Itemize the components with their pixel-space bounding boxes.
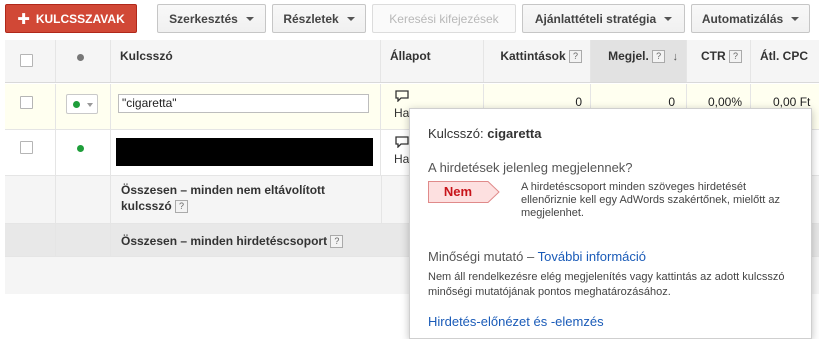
popup-keyword-label: Kulcsszó: (428, 126, 484, 141)
answer-note: A hirdetéscsoport minden szöveges hirdet… (521, 181, 781, 219)
clicks-header-label: Kattintások (500, 49, 566, 63)
popup-question: A hirdetések jelenleg megjelennek? (428, 160, 633, 175)
keyword-header[interactable]: Kulcsszó (111, 40, 381, 82)
quality-info-link[interactable]: További információ (538, 249, 646, 264)
add-keywords-label: KULCSSZAVAK (35, 11, 125, 26)
spacer-cell (5, 224, 56, 256)
row-keyword-cell (111, 130, 381, 175)
select-all-checkbox[interactable] (20, 54, 33, 67)
status-dot-header (56, 40, 111, 82)
add-keywords-button[interactable]: ✚ KULCSSZAVAK (5, 4, 137, 33)
plus-icon: ✚ (17, 10, 30, 28)
speech-bubble-icon[interactable] (395, 90, 409, 105)
impressions-header[interactable]: Megjel. ? ↓ (591, 40, 687, 82)
keyword-status-popup: Kulcsszó: cigaretta A hirdetések jelenle… (409, 108, 812, 339)
answer-text: Nem (443, 184, 473, 199)
popup-keyword-title: Kulcsszó: cigaretta (428, 126, 541, 141)
status-header[interactable]: Állapot (381, 40, 484, 82)
speech-bubble-icon[interactable] (395, 136, 409, 151)
details-button[interactable]: Részletek (272, 4, 366, 33)
search-terms-button[interactable]: Keresési kifejezések (372, 4, 516, 33)
help-icon[interactable]: ? (729, 50, 742, 64)
help-icon[interactable]: ? (652, 50, 666, 64)
avg-cpc-header-label: Átl. CPC (760, 49, 808, 63)
quality-note: Nem áll rendelkezésre elég megjelenítés … (428, 271, 785, 298)
quality-score-line: Minőségi mutató – További információ (428, 249, 646, 264)
ctr-header[interactable]: CTR ? (687, 40, 751, 82)
bid-strategy-label: Ajánlattételi stratégia (534, 11, 657, 26)
status-dropdown[interactable] (66, 94, 98, 114)
status-dot-icon (77, 54, 84, 61)
avg-cpc-value: 0,00 Ft (773, 95, 811, 109)
status-header-label: Állapot (390, 49, 431, 63)
avg-cpc-header[interactable]: Átl. CPC (751, 40, 819, 82)
row-keyword-cell: "cigaretta" (111, 84, 381, 129)
spacer-cell (5, 176, 56, 223)
caret-down-icon (791, 16, 800, 21)
popup-keyword-value: cigaretta (487, 126, 542, 141)
total-non-removed-text: Összesen – minden nem eltávolított kulcs… (121, 183, 326, 213)
caret-down-icon (664, 16, 673, 21)
help-icon[interactable]: ? (175, 200, 189, 214)
keyword-header-label: Kulcsszó (120, 49, 173, 63)
caret-down-icon (346, 16, 355, 21)
redacted-keyword (116, 138, 373, 166)
clicks-value: 0 (575, 95, 582, 109)
table-header: Kulcsszó Állapot Kattintások ? Megjel. ?… (5, 40, 819, 83)
details-label: Részletek (283, 11, 339, 26)
help-icon[interactable]: ? (330, 235, 344, 249)
row-status-cell (56, 130, 111, 175)
spacer-cell (56, 176, 111, 223)
row-select-cell (5, 130, 56, 175)
ctr-header-label: CTR (700, 49, 726, 63)
total-adgroup-label: Összesen – minden hirdetéscsoport ? (121, 233, 344, 249)
status-text: Ha (394, 106, 410, 120)
row-select-cell (5, 84, 56, 129)
ctr-value: 0,00% (707, 95, 742, 109)
help-icon[interactable]: ? (569, 50, 582, 64)
impressions-header-label: Megjel. (608, 49, 649, 63)
keyword-edit-field[interactable]: "cigaretta" (118, 94, 369, 113)
toolbar: ✚ KULCSSZAVAK Szerkesztés Részletek Kere… (0, 0, 819, 38)
row-checkbox[interactable] (20, 141, 33, 154)
ad-preview-link[interactable]: Hirdetés-előnézet és -elemzés (428, 314, 604, 329)
select-all-cell (5, 40, 56, 82)
automate-label: Automatizálás (701, 11, 784, 26)
enabled-dot-icon (77, 145, 84, 152)
edit-button[interactable]: Szerkesztés (157, 4, 266, 33)
spacer-cell (56, 224, 111, 256)
caret-down-icon (87, 103, 93, 107)
row-status-cell (56, 84, 111, 129)
automate-button[interactable]: Automatizálás (691, 4, 810, 33)
sort-arrow-icon: ↓ (672, 51, 679, 63)
row-checkbox[interactable] (20, 96, 33, 109)
caret-down-icon (245, 16, 254, 21)
bid-strategy-button[interactable]: Ajánlattételi stratégia (522, 4, 685, 33)
total-non-removed-label: Összesen – minden nem eltávolított kulcs… (121, 182, 371, 214)
clicks-header[interactable]: Kattintások ? (484, 40, 591, 82)
total-adgroup-text: Összesen – minden hirdetéscsoport (121, 234, 328, 248)
impressions-value: 0 (668, 95, 675, 109)
enabled-dot-icon (73, 101, 80, 108)
answer-badge: Nem (428, 181, 500, 203)
edit-label: Szerkesztés (169, 11, 238, 26)
search-terms-label: Keresési kifejezések (389, 11, 499, 26)
status-text: Ha (394, 152, 410, 166)
quality-label: Minőségi mutató – (428, 249, 535, 264)
